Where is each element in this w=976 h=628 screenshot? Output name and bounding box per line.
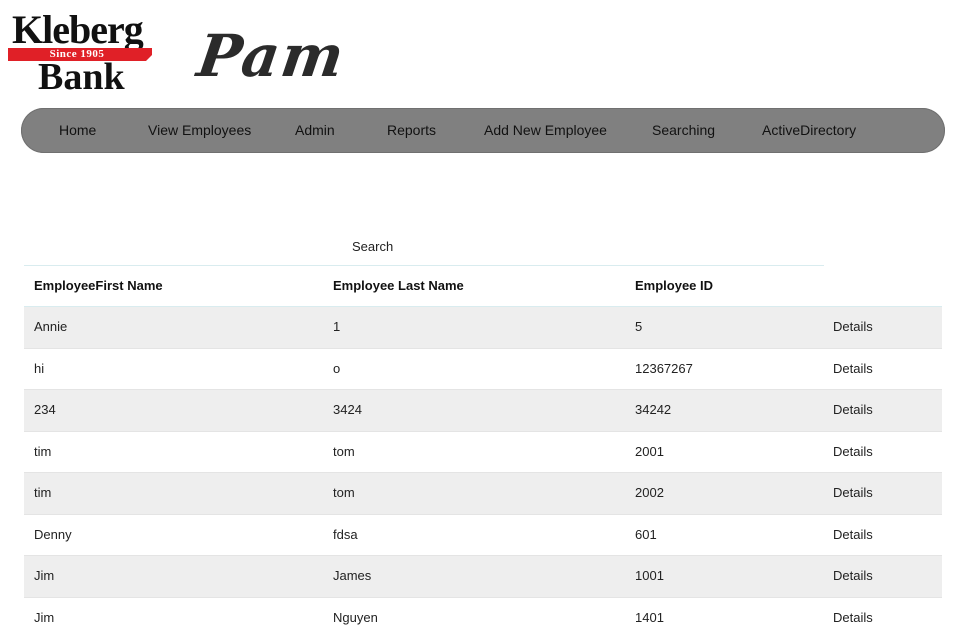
- cell-employee-id: 1001: [635, 568, 664, 583]
- cell-first-name: Denny: [34, 526, 72, 542]
- details-link[interactable]: Details: [833, 349, 873, 389]
- logo-kleberg-text: Kleberg: [12, 7, 144, 52]
- table-row: tim tom 2002 Details: [24, 473, 942, 515]
- cell-first-name: Jim: [34, 568, 55, 583]
- cell-last-name: fdsa: [333, 526, 358, 542]
- table-row: 234 3424 34242 Details: [24, 390, 942, 432]
- cell-employee-id: 12367267: [635, 360, 693, 376]
- table-row: Annie 1 5 Details: [24, 307, 942, 349]
- logo-bank-text: Bank: [38, 56, 125, 98]
- table-row: tim tom 2001 Details: [24, 431, 942, 473]
- cell-first-name: 234: [34, 402, 56, 417]
- details-link[interactable]: Details: [833, 307, 873, 347]
- header-last-name: Employee Last Name: [333, 278, 464, 293]
- nav-view-employees[interactable]: View Employees: [148, 108, 251, 153]
- nav-reports[interactable]: Reports: [387, 108, 436, 153]
- cell-first-name: tim: [34, 443, 52, 459]
- details-link[interactable]: Details: [833, 515, 873, 555]
- logo-band-tail: [146, 48, 152, 61]
- cell-last-name: tom: [333, 485, 355, 500]
- kleberg-bank-logo[interactable]: Kleberg Since 1905 Bank: [8, 10, 173, 98]
- cell-last-name: James: [333, 568, 372, 583]
- details-link[interactable]: Details: [833, 556, 873, 596]
- details-link[interactable]: Details: [833, 473, 873, 513]
- nav-home[interactable]: Home: [59, 108, 96, 153]
- cell-employee-id: 601: [635, 526, 657, 542]
- details-link[interactable]: Details: [833, 598, 873, 628]
- cell-first-name: Annie: [34, 319, 68, 334]
- pam-logo[interactable]: Pam: [193, 22, 350, 90]
- cell-employee-id: 1401: [635, 609, 664, 625]
- header-first-name: EmployeeFirst Name: [34, 278, 163, 293]
- main-navbar: Home View Employees Admin Reports Add Ne…: [21, 108, 945, 153]
- nav-add-new-employee[interactable]: Add New Employee: [484, 108, 607, 153]
- nav-active-directory[interactable]: ActiveDirectory: [762, 108, 856, 153]
- nav-admin[interactable]: Admin: [295, 108, 335, 153]
- cell-employee-id: 5: [635, 319, 643, 334]
- table-row: Denny fdsa 601 Details: [24, 514, 942, 556]
- cell-last-name: Nguyen: [333, 609, 378, 625]
- page: Kleberg Since 1905 Bank Pam Home View Em…: [0, 0, 976, 628]
- cell-employee-id: 34242: [635, 402, 672, 417]
- header-employee-id: Employee ID: [635, 278, 714, 293]
- cell-employee-id: 2001: [635, 443, 664, 459]
- cell-last-name: o: [333, 360, 341, 376]
- cell-first-name: Jim: [34, 609, 55, 625]
- nav-searching[interactable]: Searching: [652, 108, 715, 153]
- table-row: hi o 12367267 Details: [24, 348, 942, 390]
- cell-first-name: tim: [34, 485, 52, 500]
- search-label[interactable]: Search: [352, 239, 393, 254]
- cell-last-name: 3424: [333, 402, 362, 417]
- cell-employee-id: 2002: [635, 485, 664, 500]
- cell-last-name: tom: [333, 443, 355, 459]
- table-header-row: EmployeeFirst Name Employee Last Name Em…: [24, 266, 942, 307]
- employee-table: EmployeeFirst Name Employee Last Name Em…: [24, 266, 942, 628]
- cell-last-name: 1: [333, 319, 341, 334]
- details-link[interactable]: Details: [833, 390, 873, 430]
- table-body: Annie 1 5 Details hi o 12367267 Details …: [24, 307, 942, 628]
- table-row: Jim James 1001 Details: [24, 556, 942, 598]
- table-row: Jim Nguyen 1401 Details: [24, 597, 942, 628]
- details-link[interactable]: Details: [833, 432, 873, 472]
- cell-first-name: hi: [34, 360, 45, 376]
